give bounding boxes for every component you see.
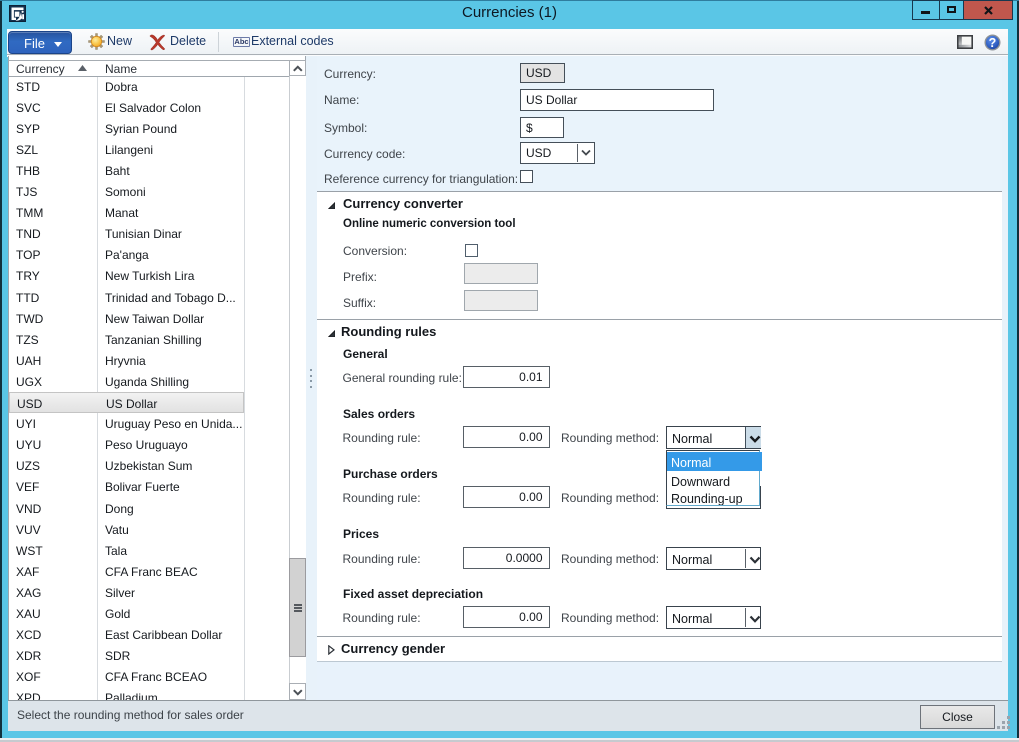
svg-text:?: ? [989,36,997,50]
